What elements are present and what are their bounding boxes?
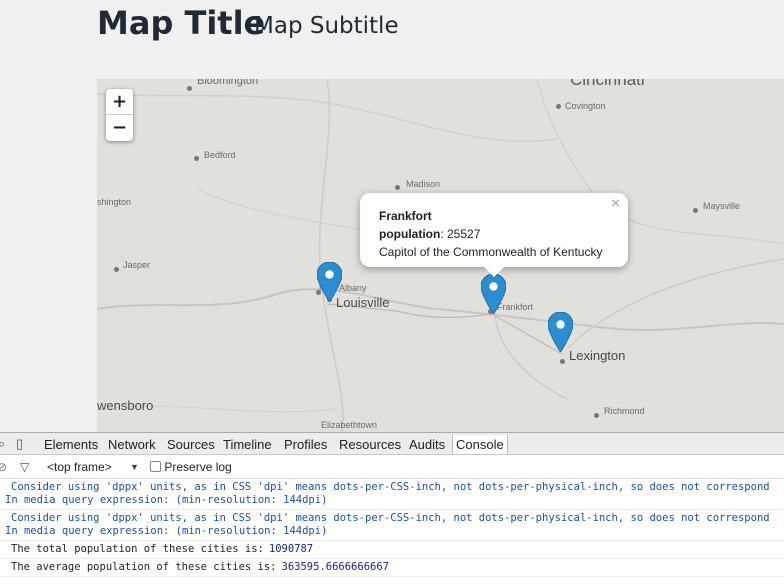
city-dot (194, 156, 199, 161)
tab-audits[interactable]: Audits (409, 437, 445, 452)
city-label-maysville: Maysville (703, 201, 741, 211)
zoom-out-button[interactable]: − (106, 115, 133, 141)
page-subtitle: Map Subtitle (254, 13, 399, 39)
tab-profiles[interactable]: Profiles (284, 437, 327, 452)
preserve-log-label: Preserve log (164, 460, 232, 474)
inspect-element-icon[interactable]: ⌕ (0, 436, 5, 452)
preserve-log-checkbox[interactable]: Preserve log (150, 460, 232, 474)
city-label-lexington: Lexington (569, 348, 626, 363)
city-label-washington: shington (97, 197, 132, 207)
tab-console[interactable]: Console (452, 435, 508, 454)
console-message-line: Consider using 'dppx' units, as in CSS '… (11, 481, 770, 493)
console-message: Consider using 'dppx' units, as in CSS '… (0, 510, 784, 541)
close-icon[interactable]: × (611, 195, 620, 213)
city-label-cincinnati: Cincinnati (570, 79, 645, 89)
filter-icon[interactable]: ▽ (20, 460, 29, 474)
map-popup: × Frankfort population: 25527 Capitol of… (360, 193, 628, 277)
popup-tip (484, 267, 504, 277)
page-title: Map Title (97, 4, 266, 42)
console-log-text: The average population of these cities i… (11, 561, 277, 573)
popup-city-name: Frankfort (379, 209, 432, 223)
console-toolbar: ⊘ ▽ <top frame> ▼ Preserve log (0, 455, 784, 479)
city-label-louisville: Louisville (336, 295, 390, 310)
frame-select[interactable]: <top frame> (47, 460, 112, 474)
zoom-control: + − (106, 89, 133, 141)
city-dot (114, 267, 119, 272)
map-marker-louisville[interactable] (317, 262, 342, 302)
map-marker-lexington[interactable] (548, 312, 573, 352)
tab-timeline[interactable]: Timeline (223, 437, 272, 452)
city-dot (693, 208, 698, 213)
city-label-bedford: Bedford (204, 150, 236, 160)
city-dot (395, 185, 400, 190)
city-label-jasper: Jasper (123, 260, 151, 270)
console-message-line: In media query expression: (min-resoluti… (5, 494, 328, 506)
city-dot (560, 359, 565, 364)
city-label-elizabethtown: Elizabethtown (321, 420, 378, 430)
chevron-down-icon: ▼ (130, 462, 139, 472)
tab-resources[interactable]: Resources (339, 437, 401, 452)
map-header: Map Title Map Subtitle (97, 0, 784, 79)
map-marker-frankfort[interactable] (481, 274, 506, 314)
city-label-bloomington: Bloomington (197, 79, 259, 87)
city-label-richmond: Richmond (604, 406, 645, 416)
console-log: The average population of these cities i… (0, 559, 784, 577)
checkbox-icon (150, 461, 161, 472)
device-mode-icon[interactable]: ▯ (16, 436, 23, 452)
console-log-value: 1090787 (268, 543, 314, 555)
popup-population-value: : 25527 (440, 227, 481, 241)
tab-network[interactable]: Network (108, 437, 156, 452)
city-dot (594, 413, 599, 418)
clear-console-icon[interactable]: ⊘ (0, 460, 7, 474)
city-dot (556, 104, 561, 109)
zoom-in-button[interactable]: + (106, 89, 133, 115)
map-canvas[interactable]: Bloomington Cincinnati Covington Bedford… (97, 79, 784, 432)
console-message-line: Consider using 'dppx' units, as in CSS '… (11, 512, 770, 524)
devtools-tab-bar: ⌕ ▯ Elements Network Sources Timeline Pr… (0, 433, 784, 455)
city-label-owensboro: wensboro (97, 398, 154, 413)
devtools-panel: ⌕ ▯ Elements Network Sources Timeline Pr… (0, 432, 784, 585)
console-message: Consider using 'dppx' units, as in CSS '… (0, 479, 784, 510)
console-log: The total population of these cities is:… (0, 541, 784, 559)
city-label-covington: Covington (565, 101, 606, 111)
city-dot (187, 86, 192, 91)
page: Map Title Map Subtitle Bloomington Cinci… (0, 0, 784, 585)
popup-description: Capitol of the Commonwealth of Kentucky (379, 245, 603, 259)
popup-population-label: population (379, 227, 441, 241)
city-label-madison: Madison (406, 179, 441, 189)
console-log-value: 363595.6666666667 (281, 561, 389, 573)
console-log-text: The total population of these cities is: (11, 543, 264, 555)
console-message-line: In media query expression: (min-resoluti… (5, 525, 328, 537)
tab-elements[interactable]: Elements (44, 437, 98, 452)
tab-sources[interactable]: Sources (167, 437, 215, 452)
console-output: Consider using 'dppx' units, as in CSS '… (0, 479, 784, 577)
